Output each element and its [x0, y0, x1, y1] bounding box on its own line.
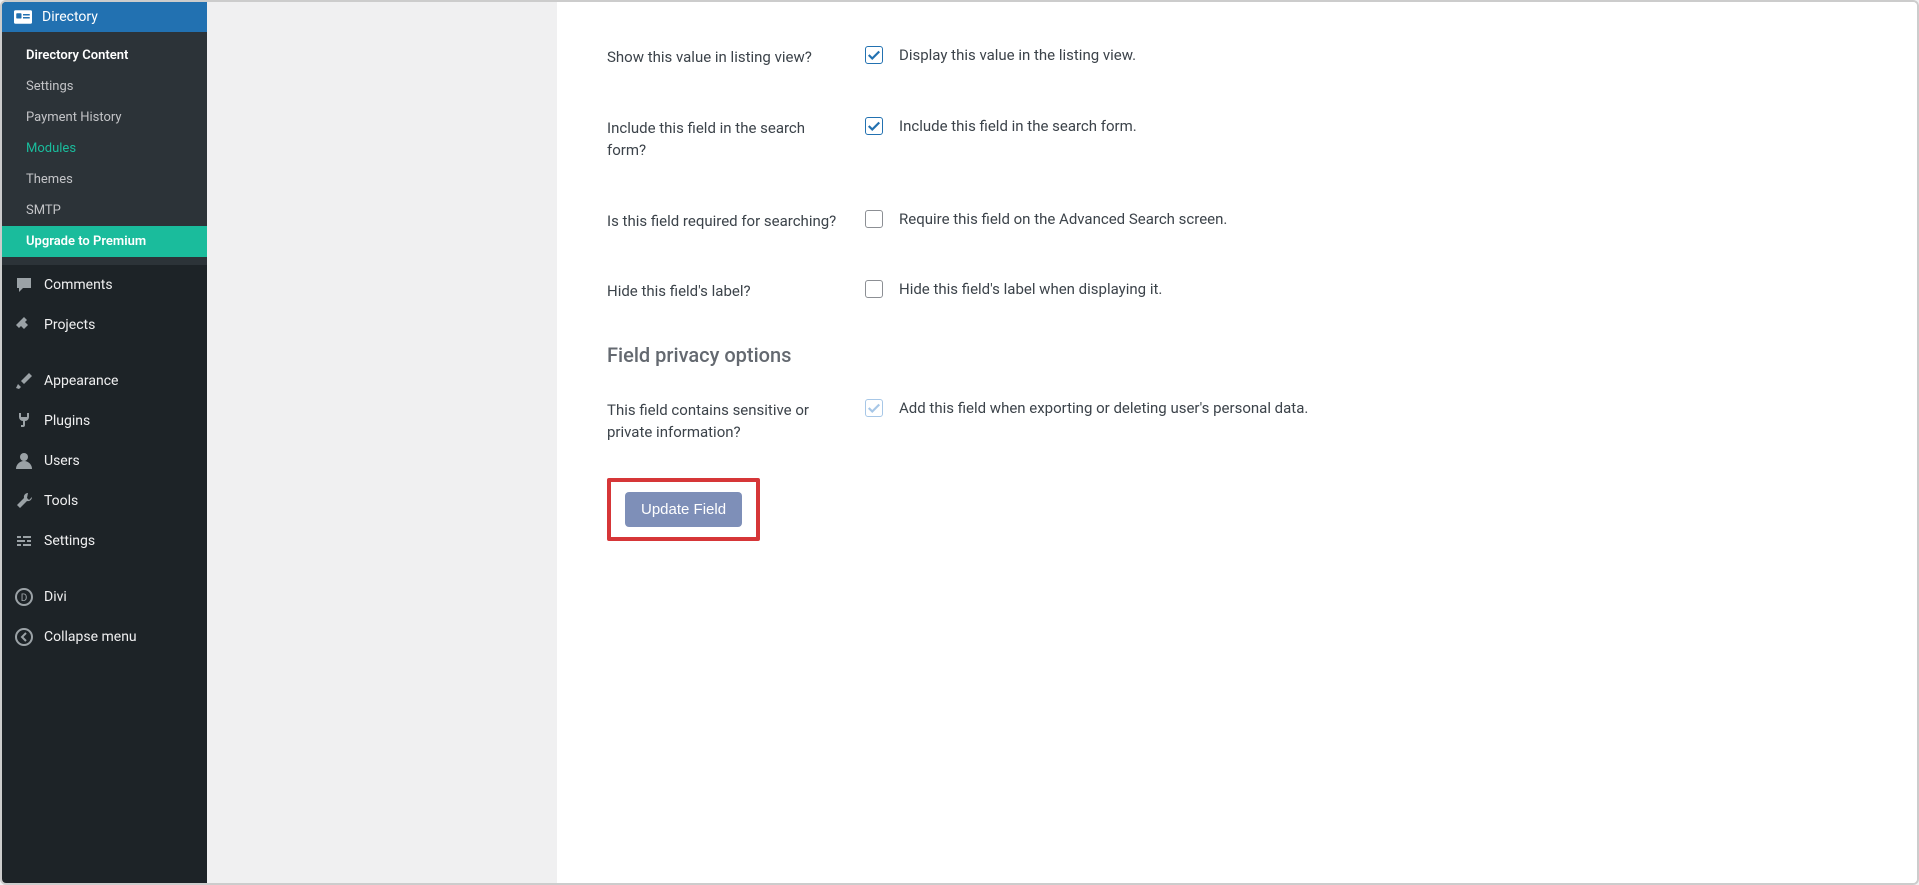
- sidebar-item-users[interactable]: Users: [2, 441, 207, 481]
- checkbox-desc: Add this field when exporting or deletin…: [899, 399, 1308, 417]
- checkbox-listing-view[interactable]: [865, 46, 883, 64]
- divi-icon: D: [14, 587, 34, 607]
- form-label: Include this field in the search form?: [607, 117, 865, 162]
- sidebar-active-label: Directory: [42, 9, 98, 25]
- checkbox-required-search[interactable]: [865, 210, 883, 228]
- checkbox-search-form[interactable]: [865, 117, 883, 135]
- submenu-themes[interactable]: Themes: [2, 164, 207, 195]
- update-button-highlight: Update Field: [607, 478, 760, 541]
- collapse-icon: [14, 627, 34, 647]
- sidebar-item-tools[interactable]: Tools: [2, 481, 207, 521]
- sidebar-item-projects[interactable]: Projects: [2, 305, 207, 345]
- submenu-smtp[interactable]: SMTP: [2, 195, 207, 226]
- submenu-payment-history[interactable]: Payment History: [2, 102, 207, 133]
- sidebar-item-divi[interactable]: D Divi: [2, 577, 207, 617]
- checkbox-desc: Display this value in the listing view.: [899, 46, 1136, 64]
- form-row-hide-label: Hide this field's label? Hide this field…: [607, 256, 1867, 327]
- submenu-modules[interactable]: Modules: [2, 133, 207, 164]
- submenu-upgrade[interactable]: Upgrade to Premium: [2, 226, 207, 257]
- section-heading-privacy: Field privacy options: [607, 327, 1867, 375]
- svg-text:D: D: [21, 593, 28, 604]
- main-content: Show this value in listing view? Display…: [207, 2, 1917, 883]
- plug-icon: [14, 411, 34, 431]
- sidebar-item-appearance[interactable]: Appearance: [2, 361, 207, 401]
- sidebar-item-comments[interactable]: Comments: [2, 265, 207, 305]
- form-label: Hide this field's label?: [607, 280, 865, 303]
- id-card-icon: [14, 10, 32, 24]
- admin-sidebar: Directory Directory Content Settings Pay…: [2, 2, 207, 883]
- checkbox-hide-label[interactable]: [865, 280, 883, 298]
- form-row-privacy: This field contains sensitive or private…: [607, 375, 1867, 468]
- checkbox-privacy[interactable]: [865, 399, 883, 417]
- form-row-listing-view: Show this value in listing view? Display…: [607, 22, 1867, 93]
- sliders-icon: [14, 531, 34, 551]
- sidebar-item-directory[interactable]: Directory: [2, 2, 207, 32]
- form-row-required-search: Is this field required for searching? Re…: [607, 186, 1867, 257]
- checkbox-desc: Require this field on the Advanced Searc…: [899, 210, 1227, 228]
- wrench-icon: [14, 491, 34, 511]
- submenu-directory-content[interactable]: Directory Content: [2, 40, 207, 71]
- comment-icon: [14, 275, 34, 295]
- form-label: Is this field required for searching?: [607, 210, 865, 233]
- checkbox-desc: Include this field in the search form.: [899, 117, 1137, 135]
- pin-icon: [14, 315, 34, 335]
- submenu-settings[interactable]: Settings: [2, 71, 207, 102]
- brush-icon: [14, 371, 34, 391]
- form-row-search-form: Include this field in the search form? I…: [607, 93, 1867, 186]
- checkbox-desc: Hide this field's label when displaying …: [899, 280, 1162, 298]
- form-panel: Show this value in listing view? Display…: [557, 2, 1917, 883]
- form-label: This field contains sensitive or private…: [607, 399, 865, 444]
- form-label: Show this value in listing view?: [607, 46, 865, 69]
- sidebar-item-settings[interactable]: Settings: [2, 521, 207, 561]
- sidebar-item-plugins[interactable]: Plugins: [2, 401, 207, 441]
- sidebar-item-collapse[interactable]: Collapse menu: [2, 617, 207, 657]
- sidebar-submenu: Directory Content Settings Payment Histo…: [2, 32, 207, 265]
- update-field-button[interactable]: Update Field: [625, 492, 742, 527]
- user-icon: [14, 451, 34, 471]
